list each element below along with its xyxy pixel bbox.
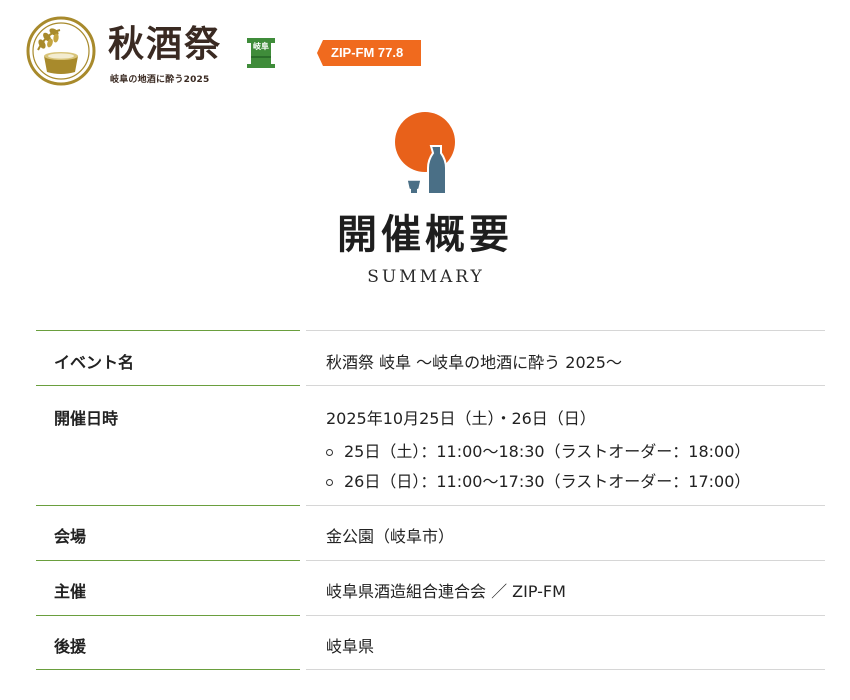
row-value: 2025年10月25日（土）・26日（日） [326,409,596,428]
section-title: 開催概要 [337,211,513,258]
logo-subtitle: 岐阜の地酒に酔う2025 [110,75,210,85]
table-row: 開催日時 2025年10月25日（土）・26日（日） 25日（土）：11:00〜… [36,385,825,505]
logo-title: 秋酒祭 [108,23,223,65]
zip-fm-sponsor-link[interactable]: ZIP-FM 77.8 [317,40,421,66]
site-header: 秋酒祭 岐阜 岐阜の地酒に酔う2025 ZIP-FM 77.8 [26,16,826,92]
event-logo[interactable]: 秋酒祭 岐阜 岐阜の地酒に酔う2025 [26,16,286,90]
row-label: イベント名 [36,330,300,385]
table-row: イベント名 秋酒祭 岐阜 〜岐阜の地酒に酔う 2025〜 [36,330,825,385]
schedule-list: 25日（土）：11:00〜18:30（ラストオーダー：18:00） 26日（日）… [326,437,825,497]
table-row: 主催 岐阜県酒造組合連合会 ／ ZIP-FM [36,560,825,615]
logo-badge-label: 岐阜 [253,42,269,51]
summary-table: イベント名 秋酒祭 岐阜 〜岐阜の地酒に酔う 2025〜 開催日時 2025年1… [36,330,825,670]
table-row: 会場 金公園（岐阜市） [36,505,825,560]
section-subtitle: SUMMARY [367,267,485,287]
row-value: 岐阜県 [306,615,825,670]
row-label: 会場 [36,505,300,560]
list-item: 25日（土）：11:00〜18:30（ラストオーダー：18:00） [326,437,825,467]
table-row: 後援 岐阜県 [36,615,825,670]
sake-cup-rice-emblem-icon [26,16,96,86]
row-label: 開催日時 [36,385,300,505]
row-value: 岐阜県酒造組合連合会 ／ ZIP-FM [306,560,825,615]
row-value: 金公園（岐阜市） [306,505,825,560]
row-label: 後援 [36,615,300,670]
row-label: 主催 [36,560,300,615]
list-item: 26日（日）：11:00〜17:30（ラストオーダー：17:00） [326,467,825,497]
row-value-group: 2025年10月25日（土）・26日（日） 25日（土）：11:00〜18:30… [306,385,825,505]
sun-and-sake-bottle-icon [395,112,455,195]
row-value: 秋酒祭 岐阜 〜岐阜の地酒に酔う 2025〜 [306,330,825,385]
